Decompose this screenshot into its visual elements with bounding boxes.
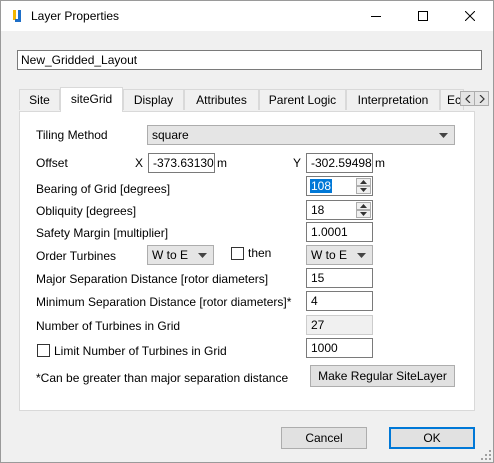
limit-turbines-checkbox[interactable] xyxy=(37,344,50,357)
order-first-value: W to E xyxy=(152,248,189,262)
footnote-text: *Can be greater than major separation di… xyxy=(36,371,289,385)
chevron-left-icon xyxy=(464,94,470,103)
minimize-icon xyxy=(371,16,381,17)
safety-margin-input[interactable]: 1.0001 xyxy=(306,222,373,242)
spin-up-icon xyxy=(360,204,367,208)
tab-interpretation[interactable]: Interpretation xyxy=(346,89,440,110)
close-button[interactable] xyxy=(447,1,493,31)
order-first-select[interactable]: W to E xyxy=(147,245,214,265)
tab-sitegrid[interactable]: siteGrid xyxy=(60,87,123,112)
then-checkbox[interactable] xyxy=(231,247,244,260)
title-bar[interactable]: Layer Properties xyxy=(1,1,493,31)
offset-x-label: X xyxy=(135,156,144,170)
sitegrid-panel: Tiling Method square Offset X -373.63130… xyxy=(19,111,475,411)
tiling-method-value: square xyxy=(152,128,189,142)
maximize-button[interactable] xyxy=(400,1,446,31)
offset-y-input[interactable]: -302.594980 xyxy=(306,153,373,173)
chevron-down-icon xyxy=(439,133,448,138)
resize-grip-icon[interactable] xyxy=(481,450,491,460)
app-icon xyxy=(9,8,25,24)
chevron-right-icon xyxy=(479,94,485,103)
obliquity-decrement-button[interactable] xyxy=(356,210,371,218)
limit-turbines-input[interactable]: 1000 xyxy=(306,338,373,358)
num-turbines-value: 27 xyxy=(306,315,373,335)
bearing-value: 108 xyxy=(310,179,333,193)
layer-properties-dialog: Layer Properties New_Gridded_Layout Site… xyxy=(0,0,494,463)
close-icon xyxy=(465,11,475,21)
tab-scroll-left-button[interactable] xyxy=(460,91,475,106)
bearing-spinbox[interactable]: 108 xyxy=(306,176,373,196)
minimum-separation-input[interactable]: 4 xyxy=(306,291,373,311)
spin-up-icon xyxy=(360,180,367,184)
chevron-down-icon xyxy=(198,253,207,258)
maximize-icon xyxy=(418,11,428,21)
tiling-method-label: Tiling Method xyxy=(36,128,108,142)
minimize-button[interactable] xyxy=(353,1,399,31)
safety-margin-label: Safety Margin [multiplier] xyxy=(36,226,169,240)
bearing-increment-button[interactable] xyxy=(356,178,371,186)
spin-down-icon xyxy=(360,212,367,216)
bearing-label: Bearing of Grid [degrees] xyxy=(36,182,171,196)
order-second-value: W to E xyxy=(311,248,348,262)
spin-down-icon xyxy=(360,188,367,192)
obliquity-increment-button[interactable] xyxy=(356,202,371,210)
limit-turbines-label: Limit Number of Turbines in Grid xyxy=(54,344,227,358)
offset-x-unit: m xyxy=(217,156,227,170)
chevron-down-icon xyxy=(357,253,366,258)
make-regular-sitelayer-button[interactable]: Make Regular SiteLayer xyxy=(310,365,455,387)
offset-y-label: Y xyxy=(293,156,302,170)
offset-label: Offset xyxy=(36,156,68,170)
offset-y-unit: m xyxy=(375,156,385,170)
tab-scroll-right-button[interactable] xyxy=(474,91,489,106)
minimum-separation-label: Minimum Separation Distance [rotor diame… xyxy=(36,295,292,309)
order-turbines-label: Order Turbines xyxy=(36,249,117,263)
num-turbines-label: Number of Turbines in Grid xyxy=(36,319,181,333)
layer-name-input[interactable]: New_Gridded_Layout xyxy=(17,50,482,70)
tiling-method-select[interactable]: square xyxy=(147,125,455,145)
major-separation-input[interactable]: 15 xyxy=(306,268,373,288)
then-label: then xyxy=(248,246,272,260)
order-second-select[interactable]: W to E xyxy=(306,245,373,265)
tab-attributes[interactable]: Attributes xyxy=(184,89,259,110)
obliquity-spinbox[interactable]: 18 xyxy=(306,200,373,220)
tab-display[interactable]: Display xyxy=(123,89,184,110)
offset-x-input[interactable]: -373.631303 xyxy=(148,153,215,173)
ok-button[interactable]: OK xyxy=(389,427,475,449)
cancel-button[interactable]: Cancel xyxy=(281,427,367,449)
major-separation-label: Major Separation Distance [rotor diamete… xyxy=(36,272,269,286)
tab-site[interactable]: Site xyxy=(19,89,60,110)
tab-parent-logic[interactable]: Parent Logic xyxy=(259,89,346,110)
obliquity-label: Obliquity [degrees] xyxy=(36,204,137,218)
obliquity-value: 18 xyxy=(311,203,325,217)
bearing-decrement-button[interactable] xyxy=(356,186,371,194)
tab-bar: Site siteGrid Display Attributes Parent … xyxy=(19,87,489,112)
window-title: Layer Properties xyxy=(31,9,120,23)
